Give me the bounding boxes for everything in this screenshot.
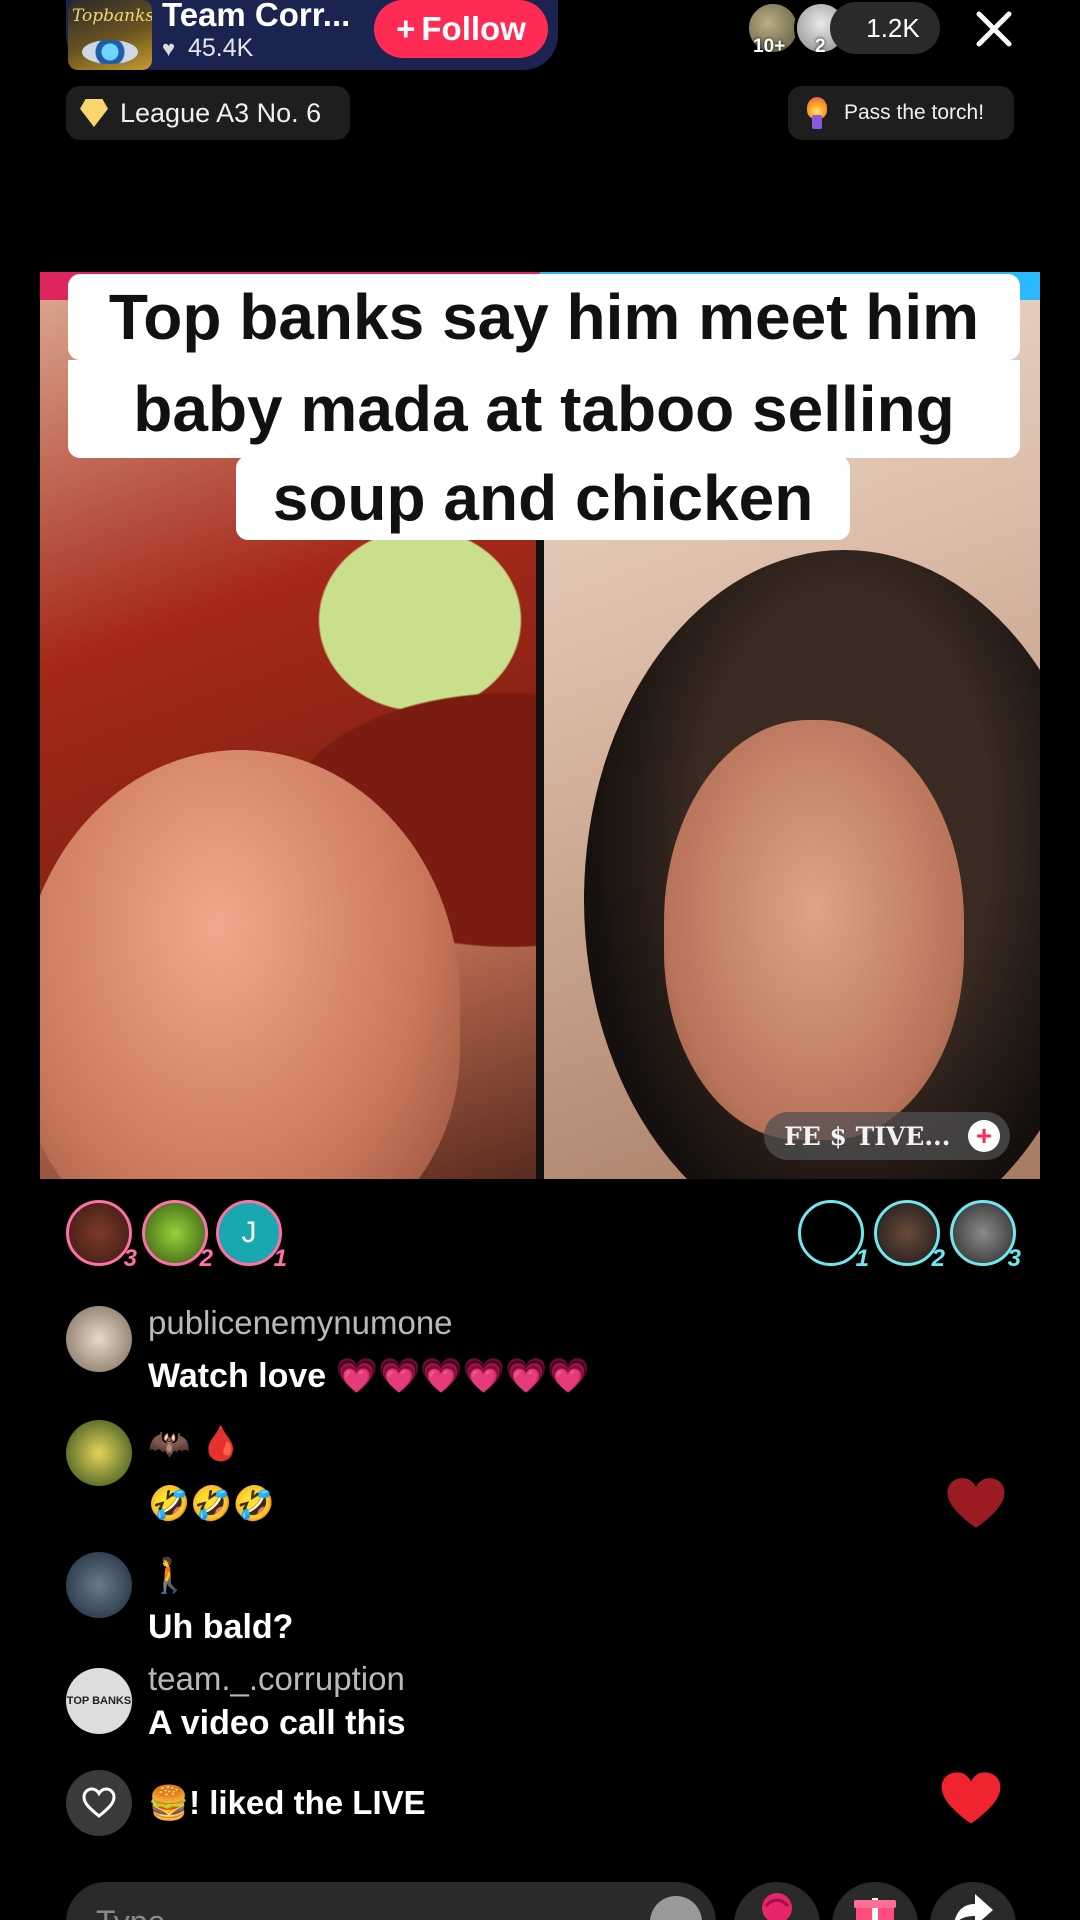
right-top-gifter[interactable]: 1 (798, 1200, 869, 1272)
right-top-gifter[interactable]: 2 (874, 1200, 945, 1272)
gifter-rank: 3 (123, 1245, 137, 1272)
league-label: League A3 No. 6 (120, 97, 322, 128)
rose-gift-button[interactable] (734, 1882, 820, 1920)
caption-line: baby mada at taboo selling (68, 360, 1020, 458)
host-avatar-emblem (82, 40, 138, 64)
comment-username[interactable]: 🚶 (148, 1556, 190, 1596)
host-likes: ♥ 45.4K (162, 34, 253, 63)
guest-name-tag[interactable]: FE $ TIVE... + (764, 1112, 1010, 1160)
floating-heart-icon (941, 1772, 1001, 1824)
comment-username[interactable]: team._.corruption (148, 1660, 405, 1698)
torch-icon (804, 97, 830, 129)
avatar[interactable] (66, 1420, 132, 1486)
avatar-logo-text: TOP BANKS (66, 1694, 132, 1707)
pass-torch-button[interactable]: Pass the torch! (788, 86, 1014, 140)
viewer-count[interactable]: 1.2K (830, 2, 940, 54)
comment-text: Watch love 💗💗💗💗💗💗 (148, 1357, 590, 1395)
gift-box-icon (854, 1898, 896, 1920)
share-button[interactable] (930, 1882, 1016, 1920)
avatar[interactable] (66, 1306, 132, 1372)
left-top-gifter[interactable]: 2 (142, 1200, 213, 1272)
comment-username[interactable]: 🦇 🩸 (148, 1424, 242, 1464)
avatar[interactable]: TOP BANKS (66, 1668, 132, 1734)
host-likes-count: 45.4K (188, 34, 254, 62)
caption-line: Top banks say him meet him (68, 274, 1020, 360)
gifter-rank: 1 (855, 1245, 869, 1272)
guest-face (664, 720, 964, 1140)
follow-guest-plus-icon[interactable]: + (968, 1120, 1000, 1152)
floating-heart-icon (947, 1478, 1005, 1528)
avatar[interactable] (66, 1552, 132, 1618)
share-icon (954, 1894, 993, 1920)
league-badge[interactable]: League A3 No. 6 (66, 86, 350, 140)
host-name[interactable]: Team Corr... (162, 0, 350, 34)
gifter-initial: J (241, 1216, 257, 1249)
host-avatar[interactable]: Topbanks (68, 0, 152, 70)
top-viewer-avatar[interactable]: 10+ (746, 1, 800, 57)
left-top-gifter[interactable]: J1 (216, 1200, 287, 1272)
viewer-badge: 10+ (753, 36, 786, 57)
host-face (40, 750, 460, 1179)
gifter-rank: 1 (273, 1245, 287, 1272)
like-notice-text: 🍔! liked the LIVE (148, 1783, 426, 1821)
guest-name: FE $ TIVE... (784, 1121, 951, 1151)
gift-button[interactable] (832, 1882, 918, 1920)
comment-text: A video call this (148, 1704, 406, 1742)
torch-label: Pass the torch! (844, 101, 985, 124)
heart-icon: ♥ (162, 35, 176, 61)
gifter-rank: 3 (1007, 1245, 1021, 1272)
gifter-rank: 2 (931, 1245, 945, 1272)
close-icon (976, 11, 1012, 47)
caption-line: soup and chicken (236, 456, 850, 540)
follow-label: Follow (421, 10, 526, 47)
host-logo-text: Topbanks (72, 6, 152, 26)
comment-text: Uh bald? (148, 1608, 294, 1646)
gifter-rank: 2 (199, 1245, 213, 1272)
close-button[interactable] (966, 4, 1022, 54)
comment-username[interactable]: publicenemynumone (148, 1304, 453, 1342)
comment-input[interactable] (66, 1882, 716, 1920)
viewer-badge: 2 (815, 36, 826, 57)
comment-text: 🤣🤣🤣 (148, 1485, 276, 1523)
rose-gift-icon (762, 1893, 792, 1920)
right-top-gifter[interactable]: 3 (950, 1200, 1021, 1272)
heart-outline-icon (66, 1770, 132, 1836)
left-top-gifter[interactable]: 3 (66, 1200, 137, 1272)
like-notification: 🍔! liked the LIVE (66, 1770, 426, 1836)
follow-button[interactable]: + Follow (374, 0, 548, 58)
diamond-icon (80, 99, 108, 127)
plus-icon: + (396, 10, 416, 47)
